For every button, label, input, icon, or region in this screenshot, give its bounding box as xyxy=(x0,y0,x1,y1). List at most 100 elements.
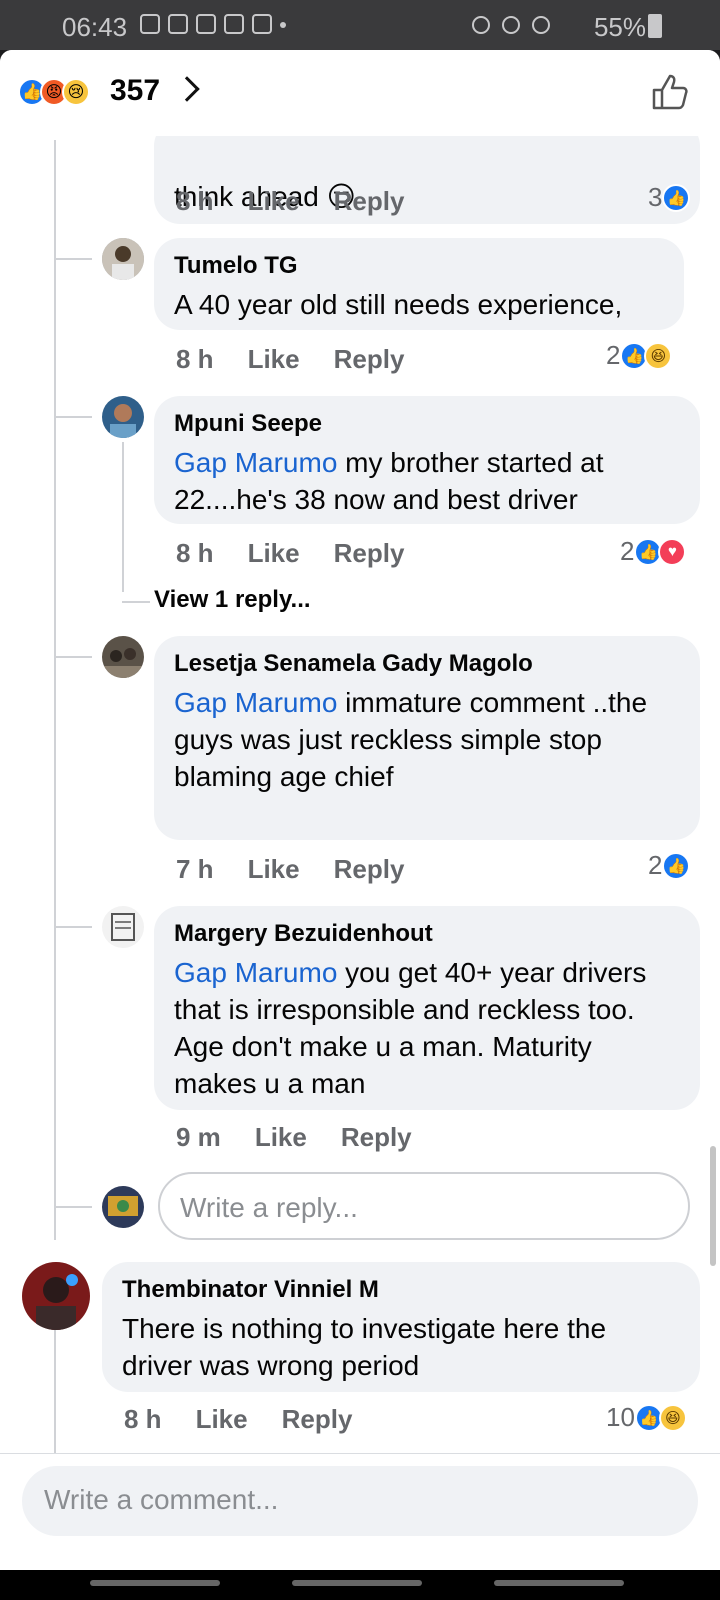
sad-reaction-icon: 😢 xyxy=(62,78,90,106)
comment-actions: 8 h Like Reply xyxy=(124,1404,352,1435)
more-notifications-icon xyxy=(280,22,286,28)
commenter-name[interactable]: Lesetja Senamela Gady Magolo xyxy=(174,650,680,678)
reaction-summary[interactable]: 👍 😡 😢 xyxy=(18,78,90,106)
comment-bubble: Mpuni Seepe Gap Marumo my brother starte… xyxy=(154,396,700,524)
reaction-number: 3 xyxy=(648,182,663,212)
like-button[interactable]: Like xyxy=(248,854,300,885)
system-nav-bar xyxy=(0,1570,720,1600)
comment-time: 8 h xyxy=(124,1404,162,1434)
reaction-number: 10 xyxy=(606,1402,635,1432)
nav-back[interactable] xyxy=(494,1580,624,1586)
comment-actions: 7 h Like Reply xyxy=(176,854,404,885)
chevron-right-icon[interactable] xyxy=(174,76,200,102)
comment-bubble: Thembinator Vinniel M There is nothing t… xyxy=(102,1262,700,1392)
comment-actions: 8 h Like Reply xyxy=(176,344,404,375)
reaction-number: 2 xyxy=(648,850,663,880)
avatar-image xyxy=(102,636,144,678)
reply-button[interactable]: Reply xyxy=(334,344,405,375)
comment-reactions[interactable]: 10 👍 😆 xyxy=(606,1402,687,1433)
comment-reactions[interactable]: 3 👍 xyxy=(648,182,691,213)
avatar-image xyxy=(22,1262,90,1330)
nav-recents[interactable] xyxy=(90,1580,220,1586)
comment-bubble: Margery Bezuidenhout Gap Marumo you get … xyxy=(154,906,700,1110)
system-icons xyxy=(472,16,550,34)
avatar-image xyxy=(102,906,144,948)
mute-icon xyxy=(502,16,520,34)
comment-reactions[interactable]: 2 👍 😆 xyxy=(606,340,673,371)
thread-connector xyxy=(56,416,92,418)
view-replies-link[interactable]: View 1 reply... xyxy=(154,586,311,614)
like-outline-icon[interactable] xyxy=(650,72,690,112)
comment-bubble: Lesetja Senamela Gady Magolo Gap Marumo … xyxy=(154,636,700,840)
avatar-image xyxy=(102,1186,144,1228)
thread-connector xyxy=(122,601,150,603)
reply-button[interactable]: Reply xyxy=(334,538,405,569)
reply-button[interactable]: Reply xyxy=(334,186,405,217)
haha-reaction-icon: 😆 xyxy=(644,341,673,370)
mentioned-user-link[interactable]: Gap Marumo xyxy=(174,687,337,718)
mentioned-user-link[interactable]: Gap Marumo xyxy=(174,957,337,988)
commenter-name[interactable]: Thembinator Vinniel M xyxy=(122,1276,680,1304)
notification-icons xyxy=(140,14,286,34)
comment-text: There is nothing to investigate here the… xyxy=(122,1313,607,1381)
wifi-icon xyxy=(532,16,550,34)
like-button[interactable]: Like xyxy=(255,1122,307,1153)
commenter-name[interactable]: Margery Bezuidenhout xyxy=(174,920,680,948)
thread-connector xyxy=(56,258,92,260)
comment-time: 8 h xyxy=(176,344,214,374)
commenter-name[interactable]: Tumelo TG xyxy=(174,252,664,280)
avatar[interactable] xyxy=(22,1262,90,1330)
comment-reactions[interactable]: 2 👍 xyxy=(648,850,691,881)
comment-text: Gap Marumo immature comment ..the guys w… xyxy=(174,684,680,795)
notification-icon xyxy=(252,14,272,34)
like-button[interactable]: Like xyxy=(248,538,300,569)
comment-time: 8 h xyxy=(176,538,214,568)
comment-time: 7 h xyxy=(176,854,214,884)
comment-actions: 9 m Like Reply xyxy=(176,1122,412,1153)
thread-line xyxy=(54,140,56,1240)
comment-reactions[interactable]: 2 👍 ♥ xyxy=(620,536,687,567)
comment-text: Gap Marumo you get 40+ year drivers that… xyxy=(174,954,680,1102)
comment-actions: 8 h Like Reply xyxy=(176,186,404,217)
comment-time: 8 h xyxy=(176,186,214,216)
comment-time: 9 m xyxy=(176,1122,221,1152)
comment-input[interactable]: Write a comment... xyxy=(22,1466,698,1536)
avatar[interactable] xyxy=(102,396,144,438)
love-reaction-icon: ♥ xyxy=(658,537,687,566)
mentioned-user-link[interactable]: Gap Marumo xyxy=(174,447,337,478)
avatar[interactable] xyxy=(102,636,144,678)
notification-icon xyxy=(224,14,244,34)
status-time: 06:43 xyxy=(62,12,128,42)
scrollbar[interactable] xyxy=(710,1146,716,1266)
thread-connector xyxy=(56,1206,92,1208)
avatar[interactable] xyxy=(102,238,144,280)
like-button[interactable]: Like xyxy=(196,1404,248,1435)
battery-percent: 55% xyxy=(593,12,646,42)
reaction-count[interactable]: 357 xyxy=(110,74,160,108)
reply-button[interactable]: Reply xyxy=(282,1404,353,1435)
nav-home[interactable] xyxy=(292,1580,422,1586)
thread-connector xyxy=(56,926,92,928)
comment-text: Gap Marumo my brother started at 22....h… xyxy=(174,444,680,518)
avatar xyxy=(102,1186,144,1228)
alarm-icon xyxy=(472,16,490,34)
reaction-number: 2 xyxy=(606,340,621,370)
haha-reaction-icon: 😆 xyxy=(658,1403,687,1432)
reply-input[interactable]: Write a reply... xyxy=(158,1172,690,1240)
like-button[interactable]: Like xyxy=(248,186,300,217)
like-reaction-icon: 👍 xyxy=(662,183,691,212)
comment-actions: 8 h Like Reply xyxy=(176,538,404,569)
notification-icon xyxy=(196,14,216,34)
reply-button[interactable]: Reply xyxy=(341,1122,412,1153)
thread-connector xyxy=(56,656,92,658)
commenter-name[interactable]: Mpuni Seepe xyxy=(174,410,680,438)
reply-button[interactable]: Reply xyxy=(334,854,405,885)
avatar-image xyxy=(102,396,144,438)
like-reaction-icon: 👍 xyxy=(662,851,691,880)
battery-icon xyxy=(648,14,662,38)
like-button[interactable]: Like xyxy=(248,344,300,375)
notification-icon xyxy=(140,14,160,34)
comment-composer-bar: Write a comment... xyxy=(0,1453,720,1573)
avatar[interactable] xyxy=(102,906,144,948)
reactions-header: 👍 😡 😢 357 xyxy=(0,50,720,136)
